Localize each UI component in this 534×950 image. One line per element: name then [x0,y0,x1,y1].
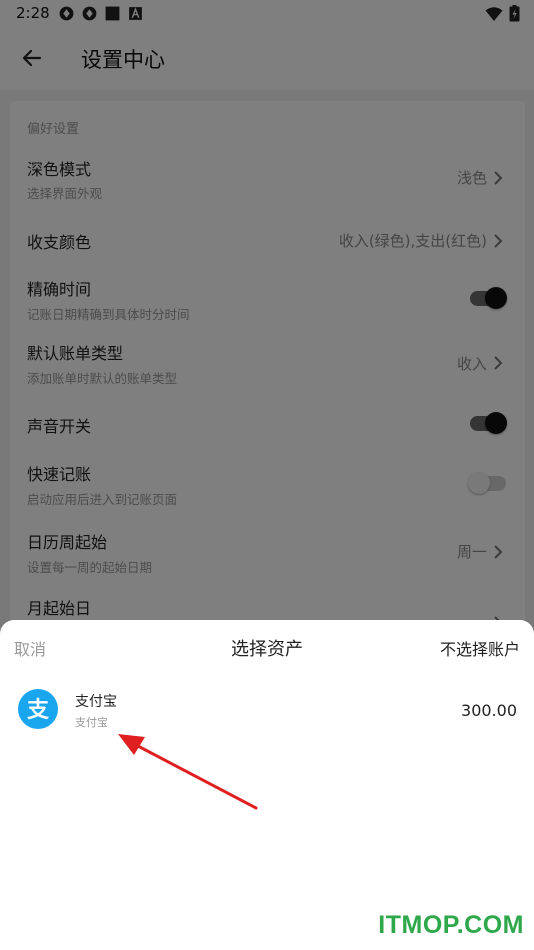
alipay-glyph: 支 [27,698,50,723]
asset-item-alipay[interactable]: 支 支付宝 支付宝 300.00 [0,680,534,740]
alipay-icon: 支 [18,689,58,729]
select-asset-sheet: 取消 选择资产 不选择账户 支 支付宝 支付宝 300.00 [0,620,534,950]
asset-subtitle: 支付宝 [75,716,108,729]
no-account-button[interactable]: 不选择账户 [440,636,520,660]
watermark: ITMOP.COM [378,911,524,939]
asset-name: 支付宝 [75,694,117,710]
asset-amount: 300.00 [461,701,517,720]
